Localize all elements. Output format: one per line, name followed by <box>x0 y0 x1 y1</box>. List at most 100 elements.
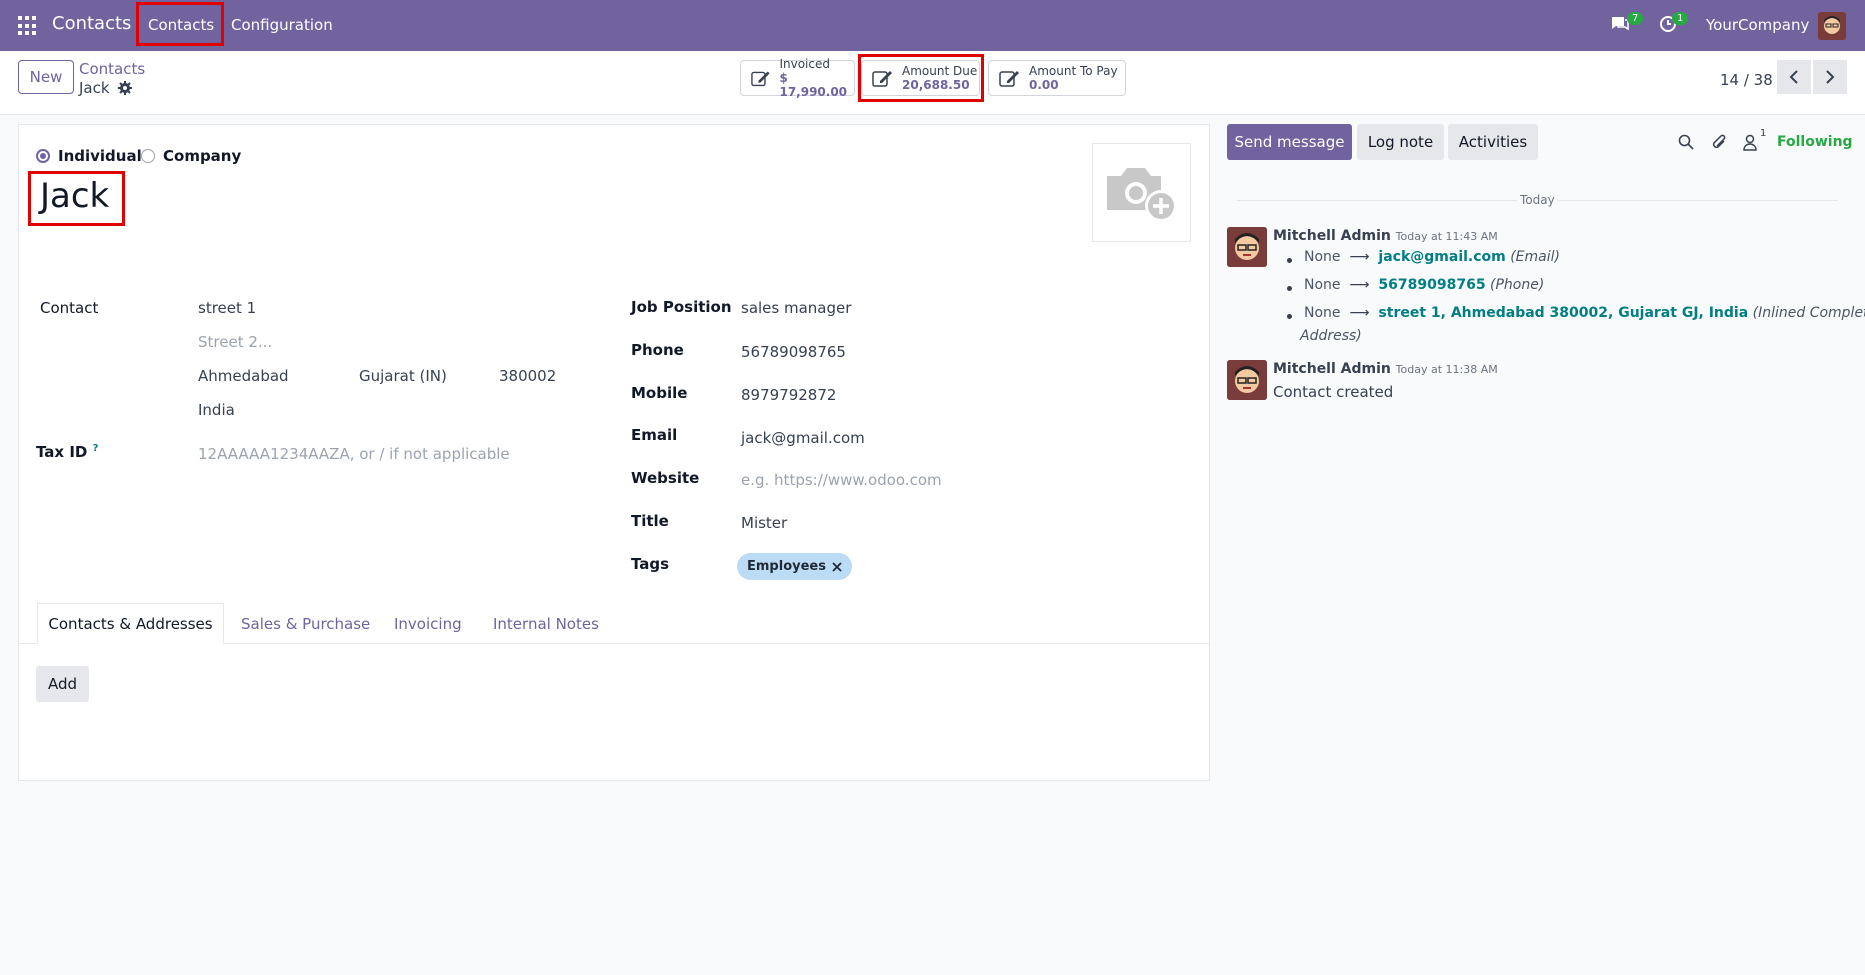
email-field[interactable]: jack@gmail.com <box>741 429 865 447</box>
user-icon <box>1743 134 1757 151</box>
tags-label: Tags <box>631 555 670 573</box>
radio-company[interactable]: Company <box>141 147 241 165</box>
tracking-field-name: (Email) <box>1510 249 1560 265</box>
tracking-field-name: (Inlined Complete <box>1752 305 1865 321</box>
tax-id-label-text: Tax ID <box>36 443 88 461</box>
contact-label: Contact <box>40 299 99 317</box>
tracking-line-address: None ⟶ street 1, Ahmedabad 380002, Gujar… <box>1304 305 1865 321</box>
country-field[interactable]: India <box>198 401 235 419</box>
stat-amount-to-pay-label: Amount To Pay <box>1029 64 1118 78</box>
add-contact-button[interactable]: Add <box>36 666 89 702</box>
website-field[interactable]: e.g. https://www.odoo.com <box>741 471 942 489</box>
close-icon[interactable] <box>832 561 842 572</box>
message-time: Today at 11:43 AM <box>1395 230 1498 243</box>
activities-button[interactable]: Activities <box>1448 124 1538 160</box>
message-avatar[interactable] <box>1227 227 1267 267</box>
highlight-box <box>858 54 984 102</box>
top-navbar: Contacts Contacts Configuration 7 1 Your… <box>0 0 1865 51</box>
arrow-right-icon: ⟶ <box>1344 277 1374 293</box>
street-field[interactable]: street 1 <box>198 299 256 317</box>
mobile-field[interactable]: 8979792872 <box>741 386 836 404</box>
tracking-line-email: None ⟶ jack@gmail.com (Email) <box>1304 249 1560 265</box>
user-avatar-icon <box>1227 227 1267 267</box>
breadcrumb-contacts[interactable]: Contacts <box>79 60 145 78</box>
arrow-right-icon: ⟶ <box>1344 249 1374 265</box>
new-button[interactable]: New <box>18 60 74 94</box>
stat-invoiced-value: $ 17,990.00 <box>779 71 848 99</box>
title-label: Title <box>631 512 669 530</box>
following-button[interactable]: Following <box>1777 134 1853 150</box>
camera-add-icon <box>1106 167 1177 222</box>
radio-individual-dot <box>36 149 50 163</box>
mobile-label: Mobile <box>631 384 688 402</box>
user-avatar-icon <box>1227 360 1267 400</box>
stat-invoiced[interactable]: Invoiced $ 17,990.00 <box>740 57 855 99</box>
tax-id-field[interactable]: 12AAAAA1234AAZA, or / if not applicable <box>198 445 510 463</box>
radio-company-label: Company <box>163 147 242 165</box>
tracking-line-phone: None ⟶ 56789098765 (Phone) <box>1304 277 1544 293</box>
message-header: Mitchell Admin Today at 11:43 AM <box>1273 226 1498 244</box>
tab-sales-purchase[interactable]: Sales & Purchase <box>241 615 370 633</box>
message-body: Contact created <box>1273 383 1394 401</box>
tracking-old-value: None <box>1304 305 1341 321</box>
email-label: Email <box>631 426 678 444</box>
tracking-new-value: 56789098765 <box>1378 277 1486 293</box>
company-switcher[interactable]: YourCompany <box>1706 16 1809 34</box>
edit-icon <box>999 71 1019 87</box>
radio-individual-label: Individual <box>58 147 142 165</box>
menu-configuration[interactable]: Configuration <box>231 16 333 34</box>
state-field[interactable]: Gujarat (IN) <box>359 367 447 385</box>
edit-icon <box>751 71 770 87</box>
phone-field[interactable]: 56789098765 <box>741 343 846 361</box>
help-tooltip-icon[interactable]: ? <box>93 443 99 454</box>
tax-id-label: Tax ID ? <box>36 443 98 461</box>
message-time: Today at 11:38 AM <box>1395 363 1498 376</box>
pager-previous-button[interactable] <box>1777 60 1811 94</box>
app-brand[interactable]: Contacts <box>52 13 131 34</box>
date-divider-label: Today <box>1520 193 1555 207</box>
job-position-field[interactable]: sales manager <box>741 299 851 317</box>
contact-image-upload[interactable] <box>1092 143 1191 242</box>
radio-individual[interactable]: Individual <box>36 147 142 165</box>
date-divider-left <box>1237 200 1517 201</box>
paperclip-icon <box>1712 134 1726 149</box>
tracking-old-value: None <box>1304 249 1341 265</box>
bullet <box>1287 314 1292 319</box>
city-field[interactable]: Ahmedabad <box>198 367 289 385</box>
tracking-field-name-cont: Address) <box>1300 328 1362 344</box>
chevron-right-icon <box>1826 70 1835 84</box>
street2-field[interactable]: Street 2... <box>198 333 272 351</box>
user-avatar-icon <box>1818 12 1846 40</box>
message-avatar[interactable] <box>1227 360 1267 400</box>
gear-icon[interactable] <box>118 81 133 95</box>
tab-contacts-addresses[interactable]: Contacts & Addresses <box>37 603 224 644</box>
pager-value[interactable]: 14 / 38 <box>1720 71 1773 89</box>
messages-badge: 7 <box>1627 12 1644 25</box>
search-messages-button[interactable] <box>1678 134 1694 154</box>
tag-employees: Employees <box>737 553 852 580</box>
tag-employees-label: Employees <box>747 559 826 574</box>
followers-count: 1 <box>1760 128 1767 139</box>
search-icon <box>1678 134 1694 150</box>
control-panel: New Contacts Jack Invoiced $ 17,990.00 A… <box>0 51 1865 115</box>
user-avatar[interactable] <box>1818 12 1846 40</box>
bullet <box>1287 258 1292 263</box>
log-note-button[interactable]: Log note <box>1357 124 1444 160</box>
tab-internal-notes[interactable]: Internal Notes <box>493 615 599 633</box>
chevron-left-icon <box>1789 70 1798 84</box>
breadcrumb-current-label: Jack <box>79 79 110 97</box>
stat-amount-to-pay[interactable]: Amount To Pay 0.00 <box>988 60 1126 96</box>
tracking-line-address-cont: Address) <box>1300 328 1362 344</box>
tab-invoicing[interactable]: Invoicing <box>394 615 462 633</box>
zip-field[interactable]: 380002 <box>499 367 556 385</box>
message-header: Mitchell Admin Today at 11:38 AM <box>1273 359 1498 377</box>
apps-menu-icon[interactable] <box>18 16 38 36</box>
activities-badge: 1 <box>1672 12 1689 25</box>
attachments-button[interactable] <box>1711 133 1727 155</box>
title-field[interactable]: Mister <box>741 514 787 532</box>
tracking-new-value: street 1, Ahmedabad 380002, Gujarat GJ, … <box>1378 305 1749 321</box>
pager-next-button[interactable] <box>1813 60 1847 94</box>
send-message-button[interactable]: Send message <box>1227 124 1352 160</box>
followers-button[interactable] <box>1742 133 1758 155</box>
date-divider-right <box>1558 200 1838 201</box>
